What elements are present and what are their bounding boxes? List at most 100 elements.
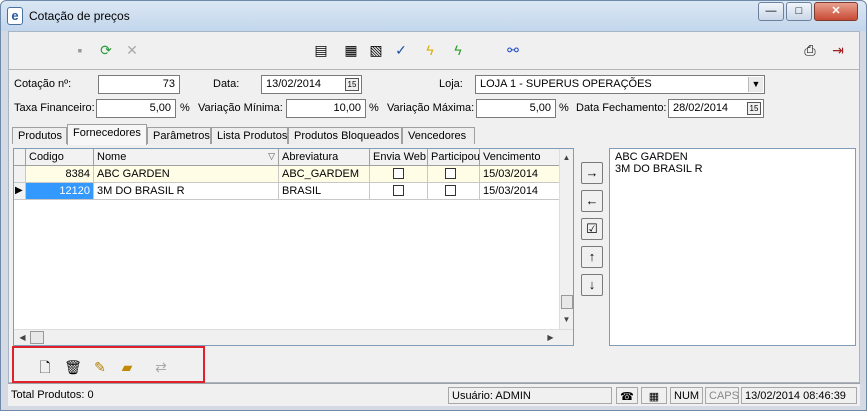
maximize-button[interactable]: □ — [786, 2, 812, 21]
var-min-unit: % — [369, 102, 379, 114]
remove-supplier-button[interactable]: ← — [581, 190, 603, 212]
cell-participou — [428, 166, 480, 183]
cell-codigo[interactable]: 8384 — [26, 166, 94, 183]
new-document-icon[interactable]: 🗋 — [36, 358, 54, 376]
list-item[interactable]: 3M DO BRASIL R — [615, 163, 703, 175]
envia-web-checkbox[interactable] — [393, 168, 404, 179]
cell-envia-web — [370, 166, 428, 183]
refresh-icon[interactable]: ⟳ — [97, 41, 115, 59]
tab-lista-produtos[interactable]: Lista Produtos — [211, 127, 288, 144]
var-max-label: Variação Máxima: — [387, 102, 475, 114]
var-min-field[interactable]: 10,00 — [286, 99, 366, 118]
printer-stamp-icon[interactable]: ▤ — [312, 41, 330, 59]
participou-checkbox[interactable] — [445, 185, 456, 196]
cell-nome[interactable]: ABC GARDEN — [94, 166, 279, 183]
cell-nome[interactable]: 3M DO BRASIL R — [94, 183, 279, 200]
var-max-field[interactable]: 5,00 — [476, 99, 556, 118]
list-item[interactable]: ABC GARDEN — [615, 151, 688, 163]
sort-icon: ▽ — [268, 151, 275, 161]
tab-parametros[interactable]: Parâmetros — [147, 127, 211, 144]
envia-web-checkbox[interactable] — [393, 185, 404, 196]
title-bar: e Cotação de preços — □ ✕ — [1, 1, 866, 31]
taxa-field[interactable]: 5,00 — [96, 99, 176, 118]
client-area: ▪ ⟳ ✕ ▤ ▦ ▧ ✓ ϟ ϟ ⚯ ⎙ ⇥ Cotação nº: 73 D… — [8, 31, 860, 383]
trash-icon[interactable]: 🗑 — [64, 358, 82, 376]
toolbar-separator — [9, 69, 859, 70]
data-fech-field[interactable]: 28/02/2014 15 — [668, 99, 764, 118]
column-header-abreviatura[interactable]: Abreviatura — [279, 149, 370, 166]
window-title: Cotação de preços — [29, 9, 130, 23]
cotacao-field[interactable]: 73 — [98, 75, 180, 94]
tab-produtos-bloqueados[interactable]: Produtos Bloqueados — [288, 127, 402, 144]
calculator-icon[interactable]: ▦ — [342, 41, 360, 59]
column-header-participou[interactable]: Participou — [428, 149, 480, 166]
tab-vencedores[interactable]: Vencedores — [402, 127, 475, 144]
participou-checkbox[interactable] — [445, 168, 456, 179]
total-produtos-label: Total Produtos: — [11, 389, 85, 401]
check-all-button[interactable]: ☑ — [581, 218, 603, 240]
total-produtos-value: 0 — [87, 389, 94, 401]
status-bar: Total Produtos: 0 Usuário: ADMIN ☎ ▦ NUM… — [8, 383, 860, 406]
cell-abreviatura[interactable]: ABC_GARDEM — [279, 166, 370, 183]
main-window: e Cotação de preços — □ ✕ ▪ ⟳ ✕ ▤ ▦ ▧ ✓ … — [0, 0, 867, 411]
tab-fornecedores[interactable]: Fornecedores — [67, 124, 147, 145]
move-down-button[interactable]: ↓ — [581, 274, 603, 296]
horizontal-scroll-thumb[interactable] — [30, 331, 44, 344]
chevron-down-icon[interactable]: ▼ — [748, 77, 763, 92]
column-header-vencimento[interactable]: Vencimento — [480, 149, 560, 166]
var-min-label: Variação Mínima: — [198, 102, 283, 114]
cell-vencimento[interactable]: 15/03/2014 — [480, 166, 560, 183]
vertical-scrollbar[interactable]: ▲ ▼ — [559, 149, 573, 329]
scroll-up-icon[interactable]: ▲ — [560, 151, 573, 164]
add-supplier-button[interactable]: → — [581, 162, 603, 184]
horizontal-scrollbar[interactable]: ◀ ▶ — [14, 329, 573, 345]
calculator-icon: ▦ — [641, 387, 667, 404]
data-field[interactable]: 13/02/2014 15 — [261, 75, 362, 94]
column-header-envia-web[interactable]: Envia Web — [370, 149, 428, 166]
transfer-icon[interactable]: ⇄ — [152, 358, 170, 376]
vertical-scroll-thumb[interactable] — [561, 295, 573, 309]
exit-door-icon[interactable]: ⇥ — [829, 41, 847, 59]
var-max-unit: % — [559, 102, 569, 114]
column-header-codigo[interactable]: Codigo — [26, 149, 94, 166]
grid-indicator-header — [14, 149, 26, 166]
cotacao-label: Cotação nº: — [14, 78, 72, 90]
column-header-nome[interactable]: Nome ▽ — [94, 149, 279, 166]
selected-suppliers-list[interactable]: ABC GARDEN 3M DO BRASIL R — [609, 148, 856, 346]
paste-icon[interactable]: ▧ — [367, 41, 385, 59]
phone-icon: ☎ — [616, 387, 638, 404]
cell-participou — [428, 183, 480, 200]
scroll-left-icon[interactable]: ◀ — [16, 331, 29, 344]
close-button[interactable]: ✕ — [814, 2, 858, 21]
open-folder-icon[interactable]: ▰ — [118, 358, 136, 376]
scroll-down-icon[interactable]: ▼ — [560, 313, 573, 326]
column-header-nome-label: Nome — [97, 151, 127, 163]
scroll-right-icon[interactable]: ▶ — [544, 331, 557, 344]
print-icon[interactable]: ⎙ — [801, 41, 819, 59]
cell-abreviatura[interactable]: BRASIL — [279, 183, 370, 200]
checklist-icon[interactable]: ✓ — [392, 41, 410, 59]
lightning-green-icon[interactable]: ϟ — [449, 41, 467, 59]
loja-select[interactable]: LOJA 1 - SUPERUS OPERAÇÕES ▼ — [475, 75, 765, 94]
status-num: NUM — [670, 387, 703, 404]
suppliers-grid[interactable]: Codigo Nome ▽ Abreviatura Envia Web Part… — [13, 148, 574, 346]
status-usuario: Usuário: ADMIN — [448, 387, 612, 404]
status-caps: CAPS — [705, 387, 739, 404]
edit-pen-icon[interactable]: ✎ — [91, 358, 109, 376]
minimize-button[interactable]: — — [758, 2, 784, 21]
move-up-button[interactable]: ↑ — [581, 246, 603, 268]
calendar-icon[interactable]: 15 — [747, 102, 761, 115]
data-label: Data: — [213, 78, 240, 90]
cell-envia-web — [370, 183, 428, 200]
tab-produtos[interactable]: Produtos — [12, 127, 67, 144]
bottom-toolbar: 🗋 🗑 ✎ ▰ ⇄ — [12, 346, 205, 383]
cancel-icon[interactable]: ✕ — [123, 41, 141, 59]
cell-vencimento[interactable]: 15/03/2014 — [480, 183, 560, 200]
lightning-yellow-icon[interactable]: ϟ — [421, 41, 439, 59]
loja-label: Loja: — [439, 78, 463, 90]
calendar-icon[interactable]: 15 — [345, 78, 359, 91]
save-icon[interactable]: ▪ — [71, 41, 89, 59]
cell-codigo[interactable]: 12120 — [26, 183, 94, 200]
link-icon[interactable]: ⚯ — [504, 41, 522, 59]
row-pointer-icon: ▶ — [14, 183, 26, 200]
